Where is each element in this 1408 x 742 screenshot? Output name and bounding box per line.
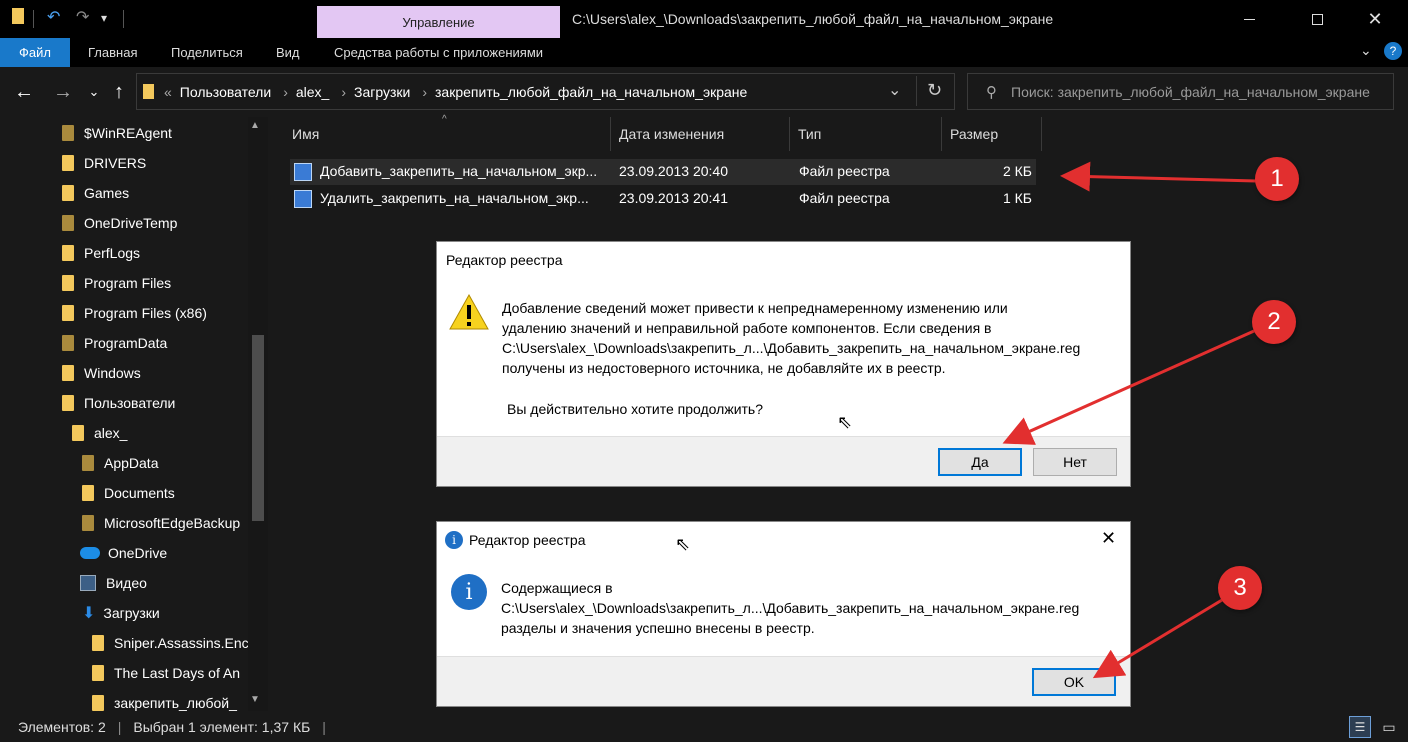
callout-1-badge: 1 [1255, 157, 1299, 201]
large-icons-view-icon[interactable]: ▭ [1378, 716, 1400, 738]
selection-info: Выбран 1 элемент: 1,37 КБ [133, 718, 311, 735]
arrow-2 [1002, 329, 1255, 445]
callout-2-badge: 2 [1252, 300, 1296, 344]
annotation-arrows [1002, 161, 1257, 679]
details-view-icon[interactable]: ☰ [1349, 716, 1371, 738]
arrow-3 [1092, 598, 1223, 679]
callout-3-badge: 3 [1218, 566, 1262, 610]
status-divider: | [117, 718, 122, 735]
status-divider: | [322, 718, 326, 735]
item-count: Элементов: 2 [18, 718, 106, 735]
arrow-1 [1060, 161, 1257, 192]
status-bar: Элементов: 2 | Выбран 1 элемент: 1,37 КБ… [0, 711, 1408, 742]
